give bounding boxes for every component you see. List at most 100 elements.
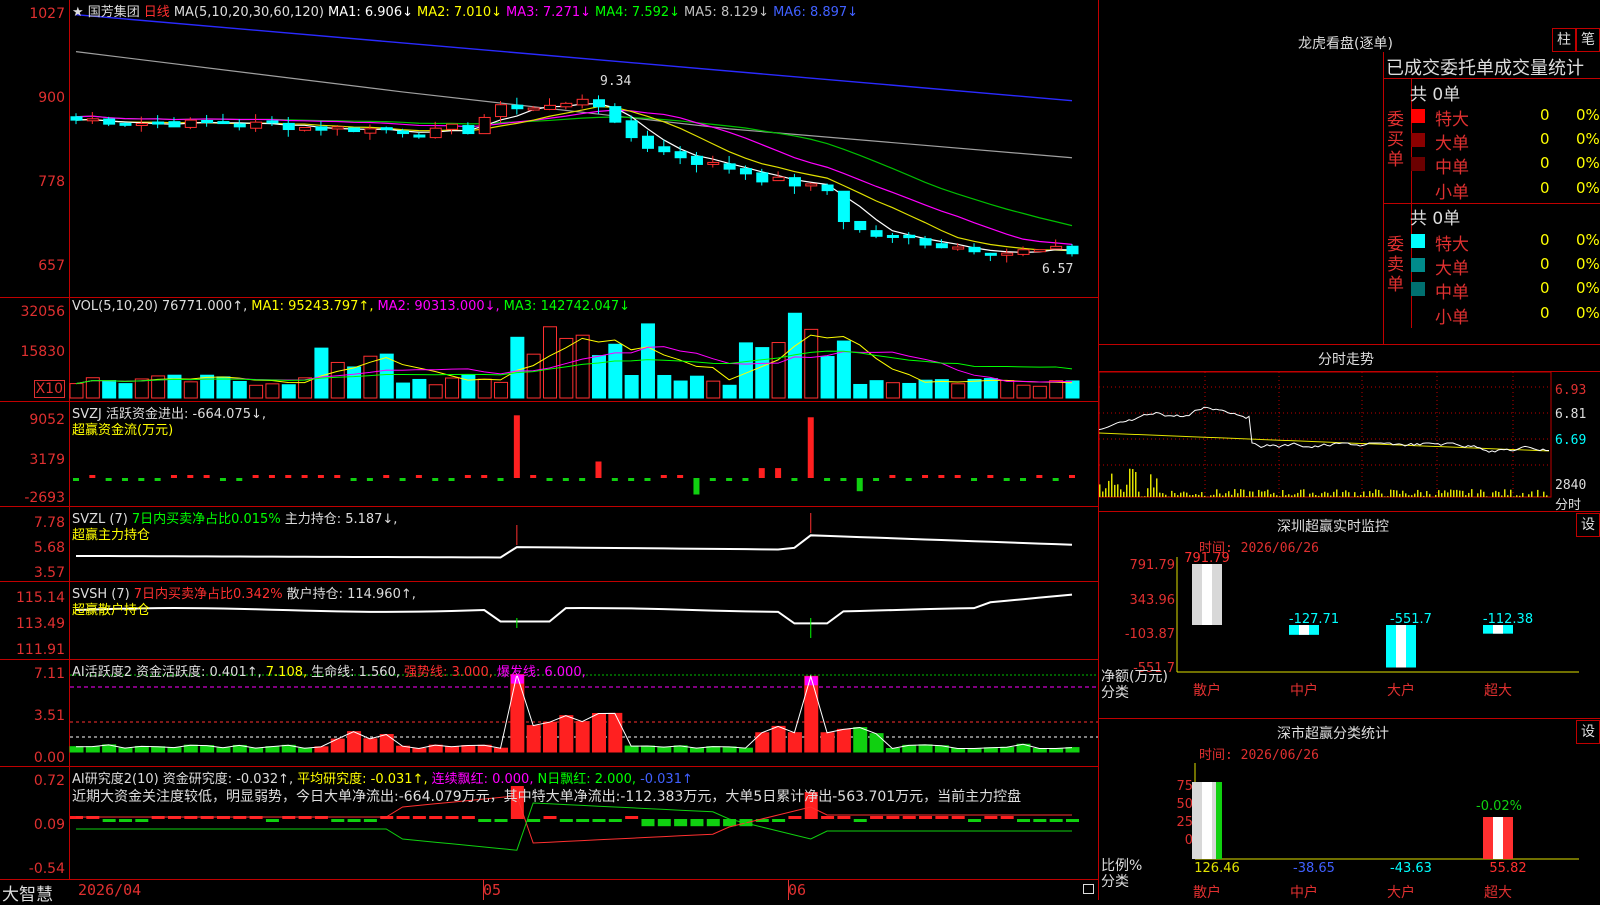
intraday-panel[interactable]: 分时走势 6.93 6.81 6.69 2840 分时: [1099, 345, 1600, 512]
intraday-chart[interactable]: [1099, 345, 1600, 512]
candle-body: [855, 221, 866, 229]
flow-bar: [73, 478, 79, 481]
period-label[interactable]: 日线: [144, 5, 170, 20]
volume-bar: [331, 362, 344, 398]
bar-view-button[interactable]: 柱: [1552, 28, 1576, 52]
candle-body: [185, 120, 196, 127]
candle-body: [463, 126, 474, 134]
classify-panel[interactable]: 深市超赢分类统计 设 时间: 2026/06/26 7550250126.46散…: [1099, 719, 1600, 900]
intraday-volume-bar: [1459, 491, 1461, 497]
activity-bar: [1050, 748, 1063, 752]
candle-body: [969, 247, 980, 251]
volume-ma1: MA1: 95243.797↑,: [251, 299, 373, 314]
intraday-volume-bar: [1480, 490, 1482, 497]
candle-body: [1051, 246, 1062, 249]
volume-panel[interactable]: 32056 15830 X10 VOL(5,10,20)76771.000↑,M…: [0, 298, 1098, 402]
ai-activity-value2: 7.108,: [266, 665, 307, 680]
research-bar: [609, 819, 622, 822]
intraday-volume-bar: [1294, 494, 1296, 497]
intraday-volume-bar: [1234, 489, 1236, 497]
flow-bar: [906, 478, 912, 481]
intraday-volume-bar: [1354, 492, 1356, 497]
volume-bar: [527, 354, 540, 398]
sell-medium-label: 中单: [1435, 278, 1469, 303]
ai-burst-line: 爆发线: 6.000,: [497, 665, 586, 680]
intraday-volume-bar: [1462, 491, 1464, 497]
activity-bar: [641, 746, 654, 752]
activity-bar: [837, 729, 850, 752]
volume-bar: [1017, 385, 1030, 398]
kline-chart[interactable]: [0, 0, 1098, 298]
research-bar: [266, 819, 279, 822]
candle-body: [381, 128, 392, 130]
ma-line: [76, 116, 1072, 226]
research-bar: [119, 819, 132, 822]
intraday-volume-bar: [1498, 492, 1500, 497]
research-bar: [560, 819, 573, 822]
research-bar: [348, 819, 361, 822]
ai-strong-line: 强势线: 3.000,: [404, 665, 493, 680]
tick-view-button[interactable]: 笔: [1576, 28, 1600, 52]
dragon-panel: 龙虎看盘(逐单) 柱 笔 已成交委托单成交量统计 委买单 共 0单 特大 0 0…: [1099, 0, 1600, 345]
intraday-volume-bar: [1108, 481, 1110, 497]
intraday-volume-bar: [1468, 493, 1470, 497]
intraday-volume-bar: [1321, 493, 1323, 497]
ai-comment: 近期大资金关注度较低，明显弱势，今日大单净流出:-664.079万元，其中特大单…: [72, 786, 1098, 806]
activity-bar: [854, 728, 867, 752]
buy-small-pct: 0%: [1576, 179, 1600, 197]
svzl-panel[interactable]: 7.78 5.68 3.57 SVZL (7)7日内买卖净占比0.015%主力持…: [0, 507, 1098, 582]
sell-super-large-pct: 0%: [1576, 231, 1600, 249]
monitor-category-label: 散户: [1193, 682, 1221, 699]
ai-research-average: 平均研究度: -0.031↑,: [297, 772, 427, 787]
realtime-monitor-panel[interactable]: 深圳超赢实时监控 设 时间: 2026/06/26 791.79343.96-1…: [1099, 512, 1600, 719]
flow-bar: [138, 478, 144, 481]
volume-bar: [495, 382, 508, 398]
volume-ma-line: [76, 351, 1072, 383]
volume-bar: [397, 383, 410, 398]
candle-body: [332, 127, 343, 129]
candle-body: [757, 173, 768, 182]
svzj-panel[interactable]: 9052 3179 -2693 SVZJ 活跃资金进出: -664.075↓, …: [0, 402, 1098, 507]
svsh-panel[interactable]: 115.14 113.49 111.91 SVSH (7)7日内买卖净占比0.3…: [0, 582, 1098, 660]
flow-bar: [171, 475, 177, 478]
research-bar: [984, 816, 997, 819]
sell-small-label: 小单: [1435, 303, 1469, 328]
intraday-volume-bar: [1105, 488, 1107, 497]
intraday-volume-bar: [1144, 496, 1146, 497]
activity-bar: [348, 732, 361, 752]
monitor-category-label: 超大: [1484, 683, 1512, 699]
monitor-value-label: -112.38: [1483, 612, 1533, 627]
monitor-value-label: -551.7: [1390, 612, 1432, 627]
lock-icon[interactable]: [1083, 884, 1094, 894]
intraday-volume-bar: [1117, 484, 1119, 497]
buy-large-swatch: [1411, 133, 1425, 147]
flow-bar: [204, 475, 210, 478]
intraday-volume-bar: [1444, 490, 1446, 497]
monitor-value-label: 791.79: [1184, 551, 1230, 566]
volume-bar: [135, 379, 148, 398]
intraday-volume-bar: [1240, 489, 1242, 497]
activity-bar: [576, 722, 589, 752]
classify-category-label: 大户: [1387, 884, 1415, 900]
candle-body: [887, 235, 898, 237]
stock-name[interactable]: ★ 国芳集团: [72, 5, 140, 20]
flow-bar: [628, 478, 634, 481]
candle-body: [447, 124, 458, 129]
flow-bar: [514, 415, 520, 478]
intraday-volume-bar: [1372, 493, 1374, 497]
activity-bar: [217, 748, 230, 752]
intraday-volume-bar: [1348, 492, 1350, 497]
volume-bar: [103, 381, 116, 398]
ai-research-panel[interactable]: 0.72 0.09 -0.54 AI研究度2(10)资金研究度: -0.032↑…: [0, 767, 1098, 880]
activity-bar: [119, 748, 132, 752]
ma-line: [76, 110, 1072, 244]
intraday-volume-bar: [1363, 491, 1365, 497]
intraday-volume-bar: [1465, 495, 1467, 497]
buy-small-label: 小单: [1435, 178, 1469, 203]
volume-bar: [315, 348, 328, 398]
candle-body: [724, 164, 735, 169]
monitor-tick: -103.87: [1125, 627, 1175, 642]
ai-activity-panel[interactable]: 7.11 3.51 0.00 AI活跃度2资金活跃度: 0.401↑,7.108…: [0, 660, 1098, 767]
kline-panel[interactable]: 1027 900 778 657 ★ 国芳集团日线MA(5,10,20,30,6…: [0, 0, 1098, 298]
intraday-tick: 6.69: [1555, 433, 1586, 448]
